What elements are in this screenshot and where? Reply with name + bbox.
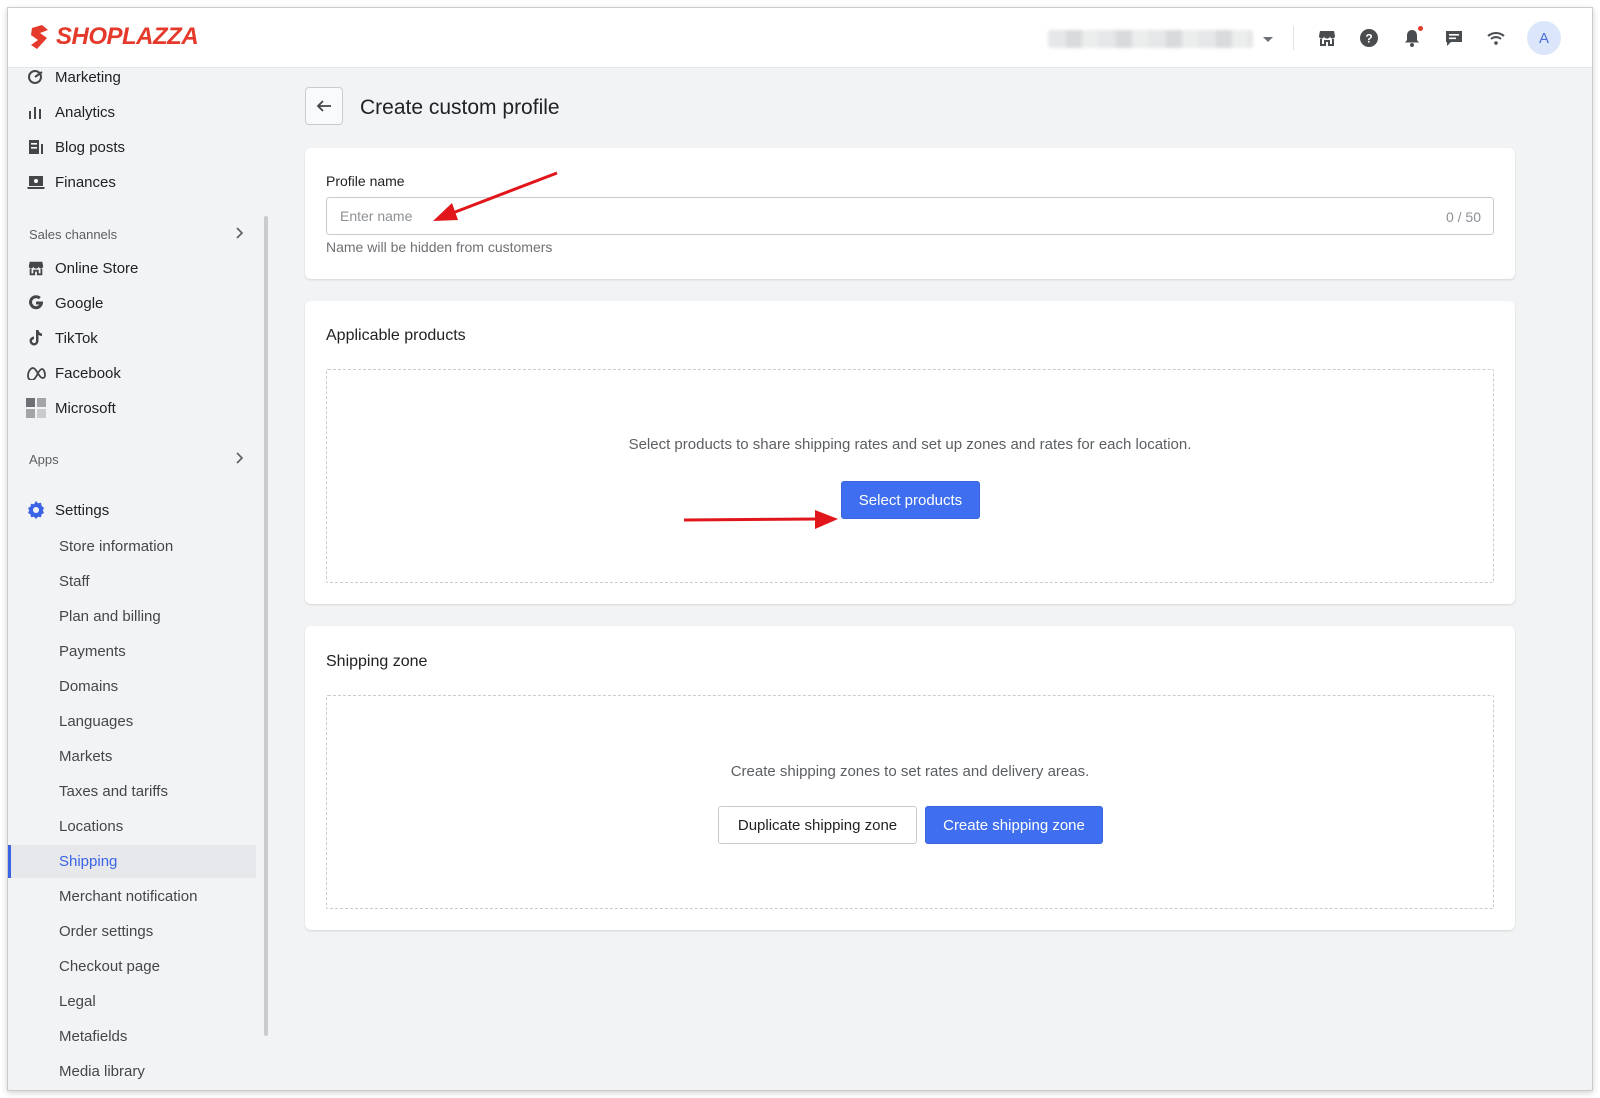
store-icon [26, 258, 46, 278]
sidebar-item-merchant-notification[interactable]: Merchant notification [8, 880, 256, 913]
wifi-icon[interactable] [1484, 26, 1508, 50]
sidebar-item-order-settings[interactable]: Order settings [8, 915, 256, 948]
top-bar: SHOPLAZZA ? A [8, 8, 1592, 68]
chevron-right-icon [234, 452, 244, 467]
sidebar: Marketing Analytics Blog posts Finances … [8, 68, 270, 1090]
sidebar-item-marketing[interactable]: Marketing [8, 68, 256, 94]
profile-name-label: Profile name [326, 173, 405, 189]
sidebar-item-domains[interactable]: Domains [8, 670, 256, 703]
meta-icon [26, 363, 46, 383]
divider [1293, 26, 1294, 50]
sidebar-item-plan-and-billing[interactable]: Plan and billing [8, 600, 256, 633]
sidebar-item-settings[interactable]: Settings [8, 493, 256, 527]
sidebar-item-checkout-page[interactable]: Checkout page [8, 950, 256, 983]
help-icon[interactable]: ? [1357, 26, 1381, 50]
sidebar-item-facebook[interactable]: Facebook [8, 356, 256, 390]
sidebar-item-shipping[interactable]: Shipping [8, 845, 256, 878]
sidebar-item-tiktok[interactable]: TikTok [8, 321, 256, 355]
sidebar-item-staff[interactable]: Staff [8, 565, 256, 598]
shipping-zone-empty-text: Create shipping zones to set rates and d… [730, 763, 1090, 780]
chevron-down-icon [1263, 36, 1273, 42]
sidebar-item-microsoft[interactable]: Microsoft [8, 391, 256, 425]
sidebar-item-google[interactable]: Google [8, 286, 256, 320]
products-empty-state: Select products to share shipping rates … [326, 369, 1494, 583]
chat-icon[interactable] [1442, 26, 1466, 50]
sidebar-item-online-store[interactable]: Online Store [8, 251, 256, 285]
chevron-right-icon [234, 227, 244, 242]
page-title: Create custom profile [360, 96, 560, 119]
gear-icon [26, 500, 46, 520]
shipping-zone-card: Shipping zone Create shipping zones to s… [305, 626, 1515, 930]
sidebar-item-metafields[interactable]: Metafields [8, 1020, 256, 1053]
profile-name-input[interactable] [326, 197, 1494, 235]
sidebar-item-media-library[interactable]: Media library [8, 1055, 256, 1088]
sidebar-item-payments[interactable]: Payments [8, 635, 256, 668]
apps-header[interactable]: Apps [29, 452, 244, 467]
sidebar-item-legal[interactable]: Legal [8, 985, 256, 1018]
sidebar-item-languages[interactable]: Languages [8, 705, 256, 738]
store-icon[interactable] [1315, 26, 1339, 50]
shoplazza-logo-icon [31, 25, 48, 49]
marketing-icon [26, 68, 46, 87]
shipping-zone-empty-state: Create shipping zones to set rates and d… [326, 695, 1494, 909]
blog-icon [26, 137, 46, 157]
finances-icon [26, 172, 46, 192]
bell-icon[interactable] [1400, 26, 1424, 50]
sidebar-item-store-information[interactable]: Store information [8, 530, 256, 563]
applicable-products-title: Applicable products [326, 327, 466, 344]
sidebar-item-taxes-and-tariffs[interactable]: Taxes and tariffs [8, 775, 256, 808]
character-counter: 0 / 50 [1445, 209, 1481, 225]
arrow-left-icon [316, 100, 331, 112]
create-shipping-zone-button[interactable]: Create shipping zone [925, 806, 1103, 844]
duplicate-shipping-zone-button[interactable]: Duplicate shipping zone [718, 806, 917, 844]
brand-logo[interactable]: SHOPLAZZA [28, 23, 199, 51]
sales-channels-header[interactable]: Sales channels [29, 227, 244, 242]
products-empty-text: Select products to share shipping rates … [628, 436, 1192, 453]
sidebar-item-analytics[interactable]: Analytics [8, 95, 256, 129]
shipping-zone-title: Shipping zone [326, 653, 428, 670]
app-window: SHOPLAZZA ? A Marketing Analytics Blog p… [7, 7, 1593, 1091]
microsoft-icon [26, 398, 46, 418]
notification-dot [1418, 26, 1423, 31]
sidebar-item-locations[interactable]: Locations [8, 810, 256, 843]
store-name-redacted [1048, 30, 1253, 48]
main-content: Create custom profile Profile name 0 / 5… [270, 68, 1592, 1090]
sidebar-scrollbar[interactable] [264, 216, 268, 1036]
applicable-products-card: Applicable products Select products to s… [305, 301, 1515, 604]
google-icon [26, 293, 46, 313]
profile-name-help: Name will be hidden from customers [326, 239, 553, 255]
tiktok-icon [26, 328, 46, 348]
sidebar-item-markets[interactable]: Markets [8, 740, 256, 773]
select-products-button[interactable]: Select products [841, 481, 980, 519]
sidebar-item-blog-posts[interactable]: Blog posts [8, 130, 256, 164]
back-button[interactable] [305, 87, 343, 125]
store-selector[interactable] [1048, 28, 1283, 50]
brand-name: SHOPLAZZA [56, 23, 199, 50]
sidebar-item-finances[interactable]: Finances [8, 165, 256, 199]
avatar[interactable]: A [1527, 21, 1561, 55]
svg-text:?: ? [1365, 32, 1372, 46]
profile-name-card: Profile name 0 / 50 Name will be hidden … [305, 148, 1515, 279]
analytics-icon [26, 102, 46, 122]
